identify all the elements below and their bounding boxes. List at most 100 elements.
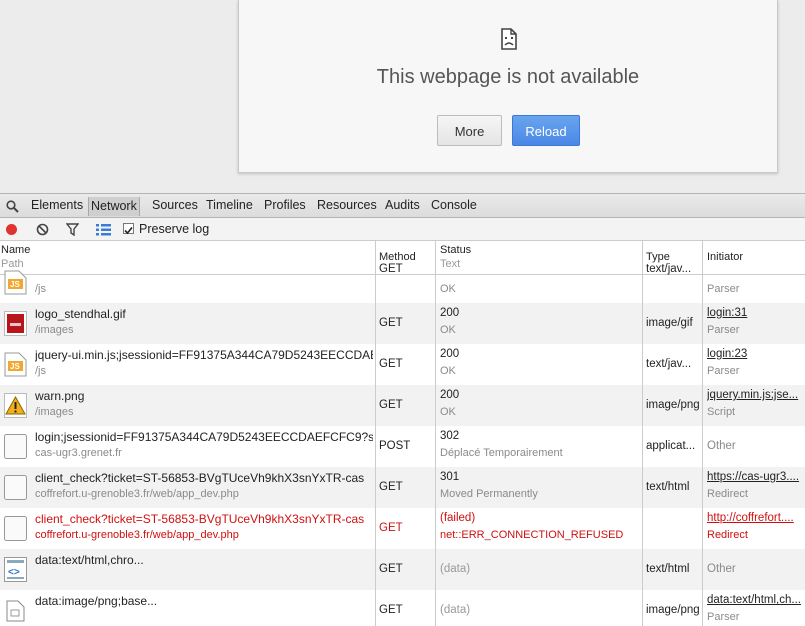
request-type: text/jav...: [646, 263, 692, 275]
request-type: image/png: [646, 604, 700, 616]
request-method: GET: [379, 481, 403, 493]
html-data-icon: <>: [4, 557, 27, 582]
preserve-log-checkbox[interactable]: [123, 223, 134, 235]
error-title: This webpage is not available: [376, 66, 640, 88]
status-code: (data): [440, 604, 471, 616]
table-row[interactable]: client_check?ticket=ST-56853-BVgTUceVh9k…: [0, 508, 805, 549]
devtools-tab-bar: Elements Network Sources Timeline Profil…: [0, 193, 805, 218]
clear-icon[interactable]: [36, 223, 49, 236]
initiator-link[interactable]: login:31: [707, 307, 803, 319]
initiator: Other: [707, 563, 736, 575]
table-row[interactable]: warn.png/images GET 200 OK image/png jquery.m…: [0, 385, 805, 426]
status-code: (failed): [440, 512, 476, 524]
png-data-icon: [4, 598, 27, 623]
initiator-kind: Parser: [707, 283, 740, 295]
page-viewport: This webpage is not available More Reloa…: [0, 0, 805, 193]
request-name: client_check?ticket=ST-56853-BVgTUceVh9k…: [35, 471, 365, 485]
devtools-panel: Elements Network Sources Timeline Profil…: [0, 193, 805, 626]
document-icon: [4, 434, 27, 459]
error-card: This webpage is not available More Reloa…: [238, 0, 778, 173]
column-divider[interactable]: [702, 241, 703, 626]
network-toolbar: Preserve log: [0, 218, 805, 241]
status-header-label: Status: [440, 244, 472, 256]
status-code: 200: [440, 348, 460, 360]
tab-resources[interactable]: Resources: [317, 198, 377, 212]
status-text: OK: [440, 324, 456, 336]
filter-icon[interactable]: [66, 223, 79, 236]
request-type: text/html: [646, 481, 690, 493]
table-row[interactable]: logo_stendhal.gif/images GET 200 OK image/gi…: [0, 303, 805, 344]
list-view-icon[interactable]: [96, 223, 111, 236]
request-type: applicat...: [646, 440, 696, 452]
table-row[interactable]: data:image/png;base... GET (data) image/png…: [0, 590, 805, 626]
request-path: cas-ugr3.grenet.fr: [35, 447, 122, 459]
search-icon[interactable]: [6, 200, 19, 213]
status-code: 301: [440, 471, 460, 483]
more-button[interactable]: More: [437, 115, 502, 146]
request-method: GET: [379, 563, 403, 575]
record-icon[interactable]: [5, 223, 18, 236]
table-row[interactable]: login;jsessionid=FF91375A344CA79D5243EEC…: [0, 426, 805, 467]
column-divider[interactable]: [642, 241, 643, 626]
document-icon: [4, 475, 27, 500]
tab-audits[interactable]: Audits: [385, 198, 420, 212]
table-row[interactable]: <> data:text/html,chro... GET (data) text/ht…: [0, 549, 805, 590]
table-row[interactable]: client_check?ticket=ST-56853-BVgTUceVh9k…: [0, 467, 805, 508]
request-method: GET: [379, 358, 403, 370]
request-path: /js: [35, 283, 46, 295]
initiator-link[interactable]: https://cas-ugr3....: [707, 471, 803, 483]
status-text: OK: [440, 365, 456, 377]
tab-network[interactable]: Network: [88, 197, 140, 216]
status-code: 200: [440, 307, 460, 319]
js-file-icon: JS: [4, 270, 27, 295]
status-text: Moved Permanently: [440, 488, 538, 500]
request-name: jquery-ui.min.js;jsessionid=FF91375A344C…: [35, 348, 373, 362]
table-row[interactable]: JS/js GET OK text/jav... Parser: [0, 262, 805, 303]
sad-page-icon: [501, 28, 517, 50]
request-path: coffrefort.u-grenoble3.fr/web/app_dev.ph…: [35, 529, 239, 541]
request-type: image/gif: [646, 317, 693, 329]
checkmark-icon: [124, 226, 133, 235]
initiator-kind: Script: [707, 406, 736, 418]
tab-profiles[interactable]: Profiles: [264, 198, 306, 212]
request-path: /images: [35, 406, 74, 418]
gif-image-icon: [4, 311, 27, 336]
initiator-link[interactable]: login:23: [707, 348, 803, 360]
request-method: GET: [379, 317, 403, 329]
status-text: OK: [440, 406, 456, 418]
initiator-link[interactable]: data:text/html,ch...: [707, 594, 803, 606]
status-code: 200: [440, 389, 460, 401]
request-method: GET: [379, 604, 403, 616]
request-name: warn.png: [35, 389, 85, 403]
tab-timeline[interactable]: Timeline: [206, 198, 253, 212]
warning-image-icon: [4, 393, 27, 418]
column-divider[interactable]: [435, 241, 436, 626]
svg-text:<>: <>: [8, 567, 20, 578]
initiator-link[interactable]: jquery.min.js;jse...: [707, 389, 803, 401]
tab-sources[interactable]: Sources: [152, 198, 198, 212]
tab-console[interactable]: Console: [431, 198, 477, 212]
document-icon: [4, 516, 27, 541]
tab-elements[interactable]: Elements: [31, 198, 83, 212]
request-type: text/html: [646, 563, 690, 575]
request-type: image/png: [646, 399, 700, 411]
request-name: login;jsessionid=FF91375A344CA79D5243EEC…: [35, 430, 373, 444]
initiator-kind: Parser: [707, 365, 740, 377]
network-grid: Name Path Method Status Text Type Initia…: [0, 241, 805, 626]
status-code: 302: [440, 430, 460, 442]
initiator-link[interactable]: http://coffrefort....: [707, 512, 803, 524]
status-text: net::ERR_CONNECTION_REFUSED: [440, 529, 624, 541]
request-method: GET: [379, 263, 403, 275]
svg-text:JS: JS: [10, 362, 20, 371]
table-row[interactable]: JS jquery-ui.min.js;jsessionid=FF91375A34…: [0, 344, 805, 385]
request-method: POST: [379, 440, 411, 452]
request-name: data:text/html,chro...: [35, 553, 144, 567]
request-name: data:image/png;base...: [35, 594, 158, 608]
reload-button[interactable]: Reload: [512, 115, 580, 146]
name-header-label: Name: [1, 244, 31, 256]
column-divider[interactable]: [375, 241, 376, 626]
preserve-log-label: Preserve log: [139, 222, 210, 236]
request-method: GET: [379, 522, 403, 534]
request-method: GET: [379, 399, 403, 411]
initiator-kind: Redirect: [707, 529, 748, 541]
